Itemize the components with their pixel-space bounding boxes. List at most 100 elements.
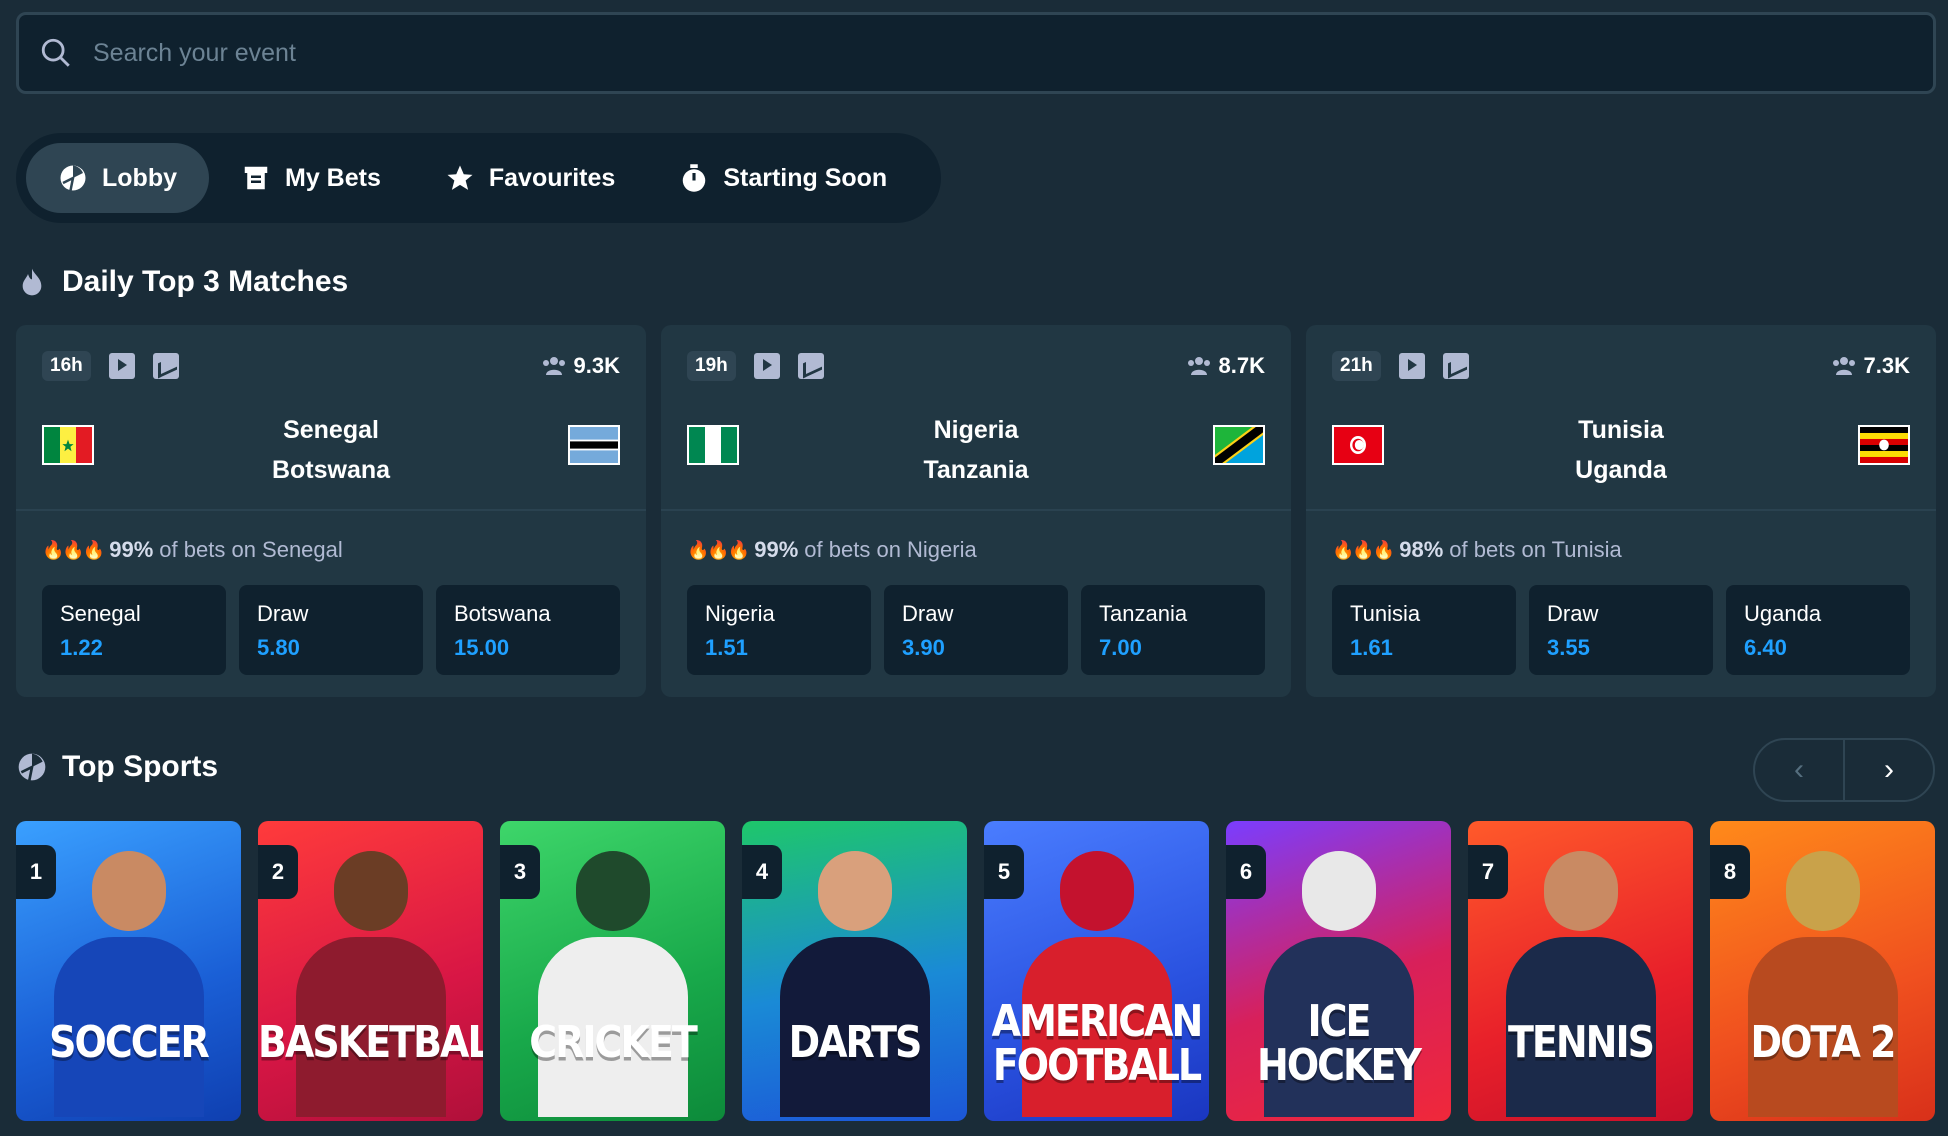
sport-name: DARTS xyxy=(788,1016,923,1068)
fire-icons: 🔥🔥🔥 xyxy=(42,539,105,560)
live-stream-icon[interactable] xyxy=(108,353,135,379)
odds-button-home[interactable]: Tunisia 1.61 xyxy=(1332,585,1516,675)
pct-text: of bets on Nigeria xyxy=(804,537,977,562)
fire-icon xyxy=(22,268,42,296)
odds-button-home[interactable]: Senegal 1.22 xyxy=(42,585,226,675)
stats-icon[interactable] xyxy=(1442,353,1469,379)
star-icon xyxy=(447,165,473,190)
viewers-value: 8.7K xyxy=(1218,353,1265,378)
sport-tile-tennis[interactable]: 7 TENNIS xyxy=(1468,821,1693,1121)
odds-button-home[interactable]: Nigeria 1.51 xyxy=(687,585,871,675)
fire-icons: 🔥🔥🔥 xyxy=(687,539,750,560)
nav-tabs: Lobby My Bets Favourites Starting Soon xyxy=(16,133,941,223)
sport-name: AMERICAN FOOTBALL xyxy=(991,995,1204,1091)
odds-button-away[interactable]: Botswana 15.00 xyxy=(436,585,620,675)
odds-label: Uganda xyxy=(1744,601,1822,626)
tab-label: My Bets xyxy=(285,163,381,192)
carousel-nav: ‹ › xyxy=(1753,738,1935,802)
users-icon xyxy=(1187,357,1210,375)
odds-label: Draw xyxy=(1547,601,1599,626)
viewer-count: 7.3K xyxy=(1832,353,1910,379)
sport-name: ICE HOCKEY xyxy=(1257,995,1422,1091)
bet-percentage: 🔥🔥🔥 99% of bets on Nigeria xyxy=(687,537,1265,563)
carousel-prev-button[interactable]: ‹ xyxy=(1755,740,1845,800)
home-team: Nigeria xyxy=(933,416,1019,444)
pct-text: of bets on Senegal xyxy=(159,537,343,562)
rank-badge: 5 xyxy=(984,845,1024,899)
ball-icon xyxy=(18,753,46,781)
pct-value: 98% xyxy=(1399,537,1444,562)
sport-name: CRICKET xyxy=(529,1016,698,1068)
bet-percentage: 🔥🔥🔥 98% of bets on Tunisia xyxy=(1332,537,1910,563)
search-icon xyxy=(41,38,70,67)
stats-icon[interactable] xyxy=(797,353,824,379)
odds-label: Botswana xyxy=(454,601,551,626)
tanzania-flag-icon xyxy=(1213,425,1265,465)
chevron-right-icon: › xyxy=(1884,753,1894,786)
tab-favourites[interactable]: Favourites xyxy=(413,143,647,213)
odds-value: 5.80 xyxy=(257,635,300,660)
stats-icon[interactable] xyxy=(152,353,179,379)
viewer-count: 8.7K xyxy=(1187,353,1265,379)
odds-value: 1.22 xyxy=(60,635,103,660)
odds-value: 6.40 xyxy=(1744,635,1787,660)
search-input[interactable] xyxy=(93,38,1793,68)
sport-tile-american-football[interactable]: 5 AMERICAN FOOTBALL xyxy=(984,821,1209,1121)
live-stream-icon[interactable] xyxy=(753,353,780,379)
odds-label: Tanzania xyxy=(1099,601,1188,626)
odds-button-draw[interactable]: Draw 5.80 xyxy=(239,585,423,675)
tab-my-bets[interactable]: My Bets xyxy=(209,143,413,213)
time-badge: 16h xyxy=(42,351,91,381)
odds-button-away[interactable]: Tanzania 7.00 xyxy=(1081,585,1265,675)
viewer-count: 9.3K xyxy=(542,353,620,379)
home-team: Senegal xyxy=(283,416,379,444)
sport-tile-cricket[interactable]: 3 CRICKET xyxy=(500,821,725,1121)
rank-badge: 4 xyxy=(742,845,782,899)
sport-tile-soccer[interactable]: 1 SOCCER xyxy=(16,821,241,1121)
rank-badge: 1 xyxy=(16,845,56,899)
away-team: Tanzania xyxy=(923,456,1029,484)
odds-label: Tunisia xyxy=(1350,601,1421,626)
tab-lobby[interactable]: Lobby xyxy=(26,143,209,213)
match-card[interactable]: 19h 8.7K Nigeria Tanzania 🔥🔥🔥 99% of bet… xyxy=(661,325,1291,697)
odds-value: 1.51 xyxy=(705,635,748,660)
rank-badge: 6 xyxy=(1226,845,1266,899)
rank-badge: 2 xyxy=(258,845,298,899)
odds-value: 7.00 xyxy=(1099,635,1142,660)
live-stream-icon[interactable] xyxy=(1398,353,1425,379)
odds-button-draw[interactable]: Draw 3.55 xyxy=(1529,585,1713,675)
tab-label: Lobby xyxy=(102,163,177,192)
search-bar[interactable] xyxy=(16,12,1936,94)
bet-percentage: 🔥🔥🔥 99% of bets on Senegal xyxy=(42,537,620,563)
odds-label: Draw xyxy=(902,601,954,626)
daily-top-heading: Daily Top 3 Matches xyxy=(16,265,348,299)
carousel-next-button[interactable]: › xyxy=(1845,740,1933,800)
pct-value: 99% xyxy=(754,537,799,562)
users-icon xyxy=(1832,357,1855,375)
viewers-value: 7.3K xyxy=(1863,353,1910,378)
odds-button-draw[interactable]: Draw 3.90 xyxy=(884,585,1068,675)
time-badge: 19h xyxy=(687,351,736,381)
sport-tile-dota-2[interactable]: 8 DOTA 2 xyxy=(1710,821,1935,1121)
tab-label: Starting Soon xyxy=(723,163,888,192)
sport-tile-darts[interactable]: 4 DARTS xyxy=(742,821,967,1121)
rank-badge: 7 xyxy=(1468,845,1508,899)
odds-value: 15.00 xyxy=(454,635,510,660)
viewers-value: 9.3K xyxy=(573,353,620,378)
sport-name: TENNIS xyxy=(1508,1016,1655,1068)
odds-button-away[interactable]: Uganda 6.40 xyxy=(1726,585,1910,675)
tab-starting-soon[interactable]: Starting Soon xyxy=(647,143,919,213)
rank-badge: 8 xyxy=(1710,845,1750,899)
odds-value: 1.61 xyxy=(1350,635,1393,660)
uganda-flag-icon xyxy=(1858,425,1910,465)
sport-tile-basketball[interactable]: 2 BASKETBALL xyxy=(258,821,483,1121)
odds-label: Draw xyxy=(257,601,309,626)
match-card[interactable]: 21h 7.3K Tunisia Uganda 🔥🔥🔥 98% of bets … xyxy=(1306,325,1936,697)
match-card[interactable]: 16h 9.3K Senegal Botswana 🔥🔥🔥 99% of bet… xyxy=(16,325,646,697)
rank-badge: 3 xyxy=(500,845,540,899)
sport-name: DOTA 2 xyxy=(1750,1016,1897,1068)
stopwatch-icon xyxy=(683,164,706,192)
away-team: Botswana xyxy=(271,456,391,484)
pct-value: 99% xyxy=(109,537,154,562)
sport-tile-ice-hockey[interactable]: 6 ICE HOCKEY xyxy=(1226,821,1451,1121)
